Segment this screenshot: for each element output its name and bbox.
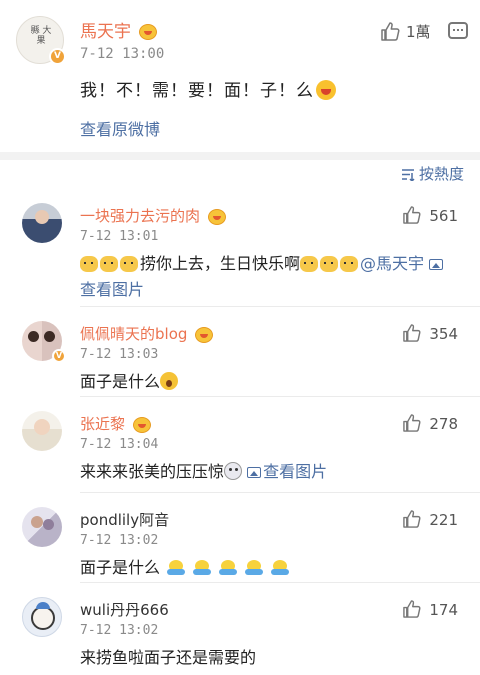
comment-like-count: 221 <box>429 511 458 529</box>
commenter-avatar[interactable] <box>22 411 62 451</box>
comment-text: 来来来张美的压压惊 查看图片 <box>80 459 458 485</box>
comment-text-content: 面子是什么 <box>80 372 161 391</box>
commenter-name[interactable]: 一块强力去污的肉 <box>80 205 226 226</box>
comment-item: 张近黎 7-12 13:04 来来来张美的压压惊 查看图片 278 <box>0 404 480 492</box>
commenter-avatar[interactable] <box>22 597 62 637</box>
image-icon <box>429 259 444 270</box>
post-text-content: 我！不！需！要！面！子！么 <box>80 81 314 101</box>
duck-emoji-icon <box>165 560 187 576</box>
verified-badge-icon: V <box>52 349 66 363</box>
commenter-name-text: 佩佩晴天的blog <box>80 325 188 343</box>
member-crown-icon <box>195 326 214 343</box>
shocked-emoji-icon <box>160 372 179 390</box>
comment-like-count: 174 <box>429 601 458 619</box>
verified-badge-icon: V <box>49 48 66 65</box>
commenter-name-text: pondlily阿音 <box>80 511 170 529</box>
thumbs-up-icon <box>403 206 421 224</box>
comment-divider <box>80 492 480 493</box>
comment-time: 7-12 13:02 <box>80 623 159 638</box>
duck-emoji-icon <box>217 560 239 576</box>
member-crown-icon <box>132 416 151 433</box>
member-crown-icon <box>207 208 226 225</box>
comment-text: 面子是什么 <box>80 555 458 581</box>
comment-time: 7-12 13:04 <box>80 437 159 452</box>
cat-emoji-icon <box>120 256 138 272</box>
mention-link[interactable]: @馬天宇 <box>360 254 424 273</box>
commenter-name[interactable]: 张近黎 <box>80 413 151 434</box>
comment-text: 来捞鱼啦面子还是需要的 <box>80 645 458 671</box>
thumbs-up-icon <box>403 324 421 342</box>
duck-emoji-icon <box>243 560 265 576</box>
thumbs-up-icon <box>403 510 421 528</box>
comment-time: 7-12 13:02 <box>80 533 159 548</box>
comment-item: wuli丹丹666 7-12 13:02 来捞鱼啦面子还是需要的 174 <box>0 590 480 675</box>
comment-text-content: 来来来张美的压压惊 <box>80 462 225 481</box>
comment-like-button[interactable]: 174 <box>402 600 458 619</box>
comment-item: 一块强力去污的肉 7-12 13:01 捞你上去，生日快乐啊 @馬天宇 查看图片 … <box>0 196 480 306</box>
comment-text-content: 面子是什么 <box>80 558 161 577</box>
commenter-name[interactable]: pondlily阿音 <box>80 509 169 530</box>
sort-by-hot-button[interactable]: 按熱度 <box>401 163 464 184</box>
comment-like-button[interactable]: 354 <box>402 324 458 343</box>
view-image-label: 查看图片 <box>263 462 328 481</box>
view-original-link[interactable]: 查看原微博 <box>80 116 160 140</box>
comment-like-count: 278 <box>429 415 458 433</box>
commenter-avatar[interactable] <box>22 203 62 243</box>
comment-divider <box>80 582 480 583</box>
comment-like-button[interactable]: 278 <box>402 414 458 433</box>
sort-label: 按熱度 <box>418 165 464 183</box>
sort-bar: 按熱度 <box>0 160 480 188</box>
duck-emoji-icon <box>269 560 291 576</box>
commenter-name-text: 张近黎 <box>80 415 126 433</box>
thumbs-up-icon <box>403 600 421 618</box>
comment-time: 7-12 13:03 <box>80 347 159 362</box>
comment-like-count: 354 <box>429 325 458 343</box>
duck-emoji-icon <box>191 560 213 576</box>
post-like-button[interactable]: 1萬 <box>380 21 431 42</box>
commenter-name-text: wuli丹丹666 <box>80 601 169 619</box>
commenter-name[interactable]: wuli丹丹666 <box>80 599 169 620</box>
author-avatar[interactable]: 縣 大 果 V <box>16 16 66 65</box>
comment-text: 面子是什么 <box>80 369 458 395</box>
comment-like-count: 561 <box>429 207 458 225</box>
member-crown-icon <box>139 24 158 40</box>
cat-emoji-icon <box>320 256 339 272</box>
author-name[interactable]: 馬天宇 <box>80 17 158 42</box>
comment-like-button[interactable]: 221 <box>402 510 458 529</box>
view-image-label: 查看图片 <box>80 280 145 299</box>
comment-item: pondlily阿音 7-12 13:02 面子是什么 221 <box>0 500 480 582</box>
commenter-name[interactable]: 佩佩晴天的blog <box>80 323 214 344</box>
sort-icon <box>401 169 415 183</box>
image-icon <box>247 467 262 478</box>
comment-like-button[interactable]: 561 <box>402 206 458 225</box>
cat-emoji-icon <box>340 256 359 272</box>
commenter-name-text: 一块强力去污的肉 <box>80 207 201 225</box>
laugh-emoji-icon <box>316 80 336 100</box>
cat-emoji-icon <box>80 256 98 272</box>
comment-item: V 佩佩晴天的blog 7-12 13:03 面子是什么 354 <box>0 314 480 396</box>
face-sticker-icon <box>224 462 243 480</box>
author-name-text: 馬天宇 <box>80 22 131 42</box>
view-image-link[interactable]: 查看图片 <box>247 462 327 481</box>
comment-text: 捞你上去，生日快乐啊 @馬天宇 查看图片 <box>80 251 458 303</box>
comment-text-content: 来捞鱼啦面子还是需要的 <box>80 648 257 667</box>
post-time: 7-12 13:00 <box>80 46 165 62</box>
avatar-text: 縣 大 果 <box>30 26 52 46</box>
cat-emoji-icon <box>300 256 319 272</box>
comment-time: 7-12 13:01 <box>80 229 159 244</box>
comment-divider <box>80 306 480 307</box>
thumbs-up-icon <box>381 22 400 41</box>
original-post: 縣 大 果 V 馬天宇 7-12 13:00 我！不！需！要！面！子！么 查看原… <box>0 0 480 152</box>
comment-divider <box>80 396 480 397</box>
cat-emoji-icon <box>100 256 118 272</box>
more-icon[interactable] <box>448 22 468 39</box>
thumbs-up-icon <box>403 414 421 432</box>
section-divider <box>0 152 480 160</box>
post-text: 我！不！需！要！面！子！么 <box>80 76 336 101</box>
commenter-avatar[interactable] <box>22 507 62 547</box>
comment-text-content: 捞你上去，生日快乐啊 <box>140 254 301 273</box>
post-like-count: 1萬 <box>406 23 431 41</box>
